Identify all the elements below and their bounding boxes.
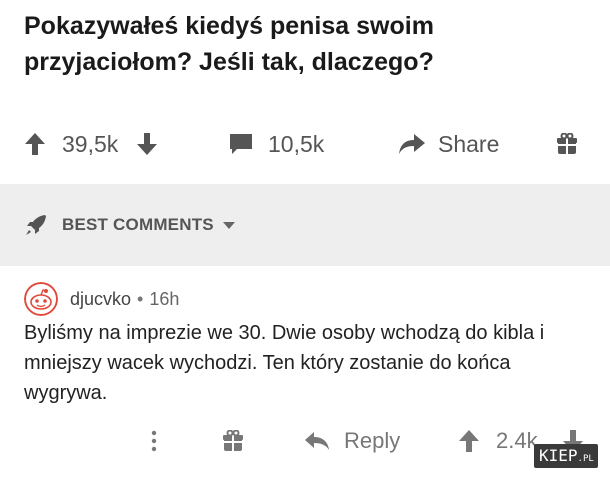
reply-button[interactable]: Reply [304, 416, 400, 466]
sort-dropdown[interactable]: BEST COMMENTS [24, 210, 236, 240]
comment-award-button[interactable] [222, 416, 244, 466]
share-label: Share [438, 130, 500, 157]
meta-separator: • [137, 288, 144, 309]
comment-body: Byliśmy na imprezie we 30. Dwie osoby wc… [24, 322, 545, 404]
share-button[interactable]: Share [398, 118, 499, 170]
comment-action-bar: Reply 2.4k [0, 416, 610, 466]
comment-time: 16h [149, 288, 180, 309]
arrow-up-icon [25, 133, 45, 155]
comment: djucvko • 16h Byliśmy na imprezie we 30.… [0, 266, 610, 478]
comment-vote-count: 2.4k [496, 428, 538, 453]
gift-icon [557, 133, 577, 154]
reply-label: Reply [344, 428, 401, 453]
reply-arrow-icon [305, 432, 329, 450]
comments-button[interactable]: 10,5k [228, 118, 324, 170]
avatar[interactable] [24, 282, 58, 316]
arrow-down-icon [137, 133, 157, 155]
comment-upvote-button[interactable] [458, 416, 480, 466]
arrow-up-icon [459, 430, 479, 452]
comment-username[interactable]: djucvko [70, 289, 131, 310]
post-vote-count: 39,5k [62, 130, 119, 157]
sort-label: BEST COMMENTS [62, 215, 214, 234]
comment-count: 10,5k [268, 130, 325, 157]
upvote-button[interactable] [24, 118, 46, 170]
downvote-button[interactable] [136, 118, 158, 170]
comment-bubble-icon [230, 134, 252, 154]
post-action-bar: 39,5k 10,5k Share [0, 118, 610, 170]
more-options-button[interactable] [150, 416, 158, 466]
more-vertical-icon [151, 430, 157, 452]
award-button[interactable] [556, 118, 578, 170]
gift-icon [223, 430, 243, 451]
post-title: Pokazywałeś kiedyś penisa swoim przyjaci… [24, 12, 434, 76]
sort-bar: BEST COMMENTS [0, 184, 610, 266]
comment-meta: djucvko • 16h [24, 282, 179, 316]
share-arrow-icon [399, 134, 425, 154]
rocket-icon [26, 215, 46, 235]
caret-down-icon [222, 222, 235, 229]
watermark-logo: KIEP.PL [534, 444, 598, 468]
